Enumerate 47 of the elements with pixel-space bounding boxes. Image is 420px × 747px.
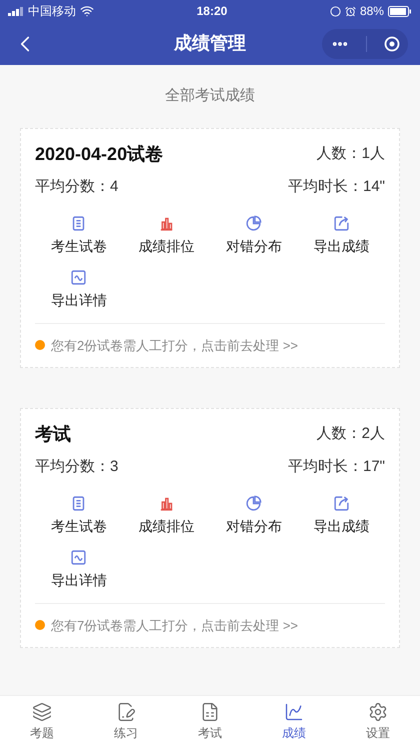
average-score: 平均分数：4 <box>35 177 118 197</box>
action-label[interactable]: 考生试卷 <box>50 516 107 536</box>
close-circle-icon[interactable] <box>384 36 400 52</box>
average-time: 平均时长：17" <box>288 457 385 477</box>
alarm-icon <box>344 6 356 16</box>
line-chart-icon <box>284 702 304 722</box>
tab-item[interactable]: 考试 <box>168 696 252 747</box>
sheet-icon <box>200 702 220 722</box>
signal-icon <box>8 6 24 16</box>
exam-title: 2020-04-20试卷 <box>35 143 164 166</box>
tab-item[interactable]: 成绩 <box>252 696 336 747</box>
participant-count: 人数：1人 <box>316 144 385 164</box>
average-score: 平均分数：3 <box>35 457 118 477</box>
edit-icon <box>116 702 136 722</box>
tab-item[interactable]: 练习 <box>84 696 168 747</box>
average-time: 平均时长：14" <box>288 177 385 197</box>
carrier-name: 中国移动 <box>28 3 76 20</box>
notice-link[interactable]: 您有7份试卷需人工打分，点击前去处理 >> <box>51 616 298 635</box>
action-label[interactable]: 成绩排位 <box>138 236 194 256</box>
action-label[interactable]: 对错分布 <box>226 236 282 256</box>
wave-icon[interactable] <box>70 548 88 566</box>
action-label[interactable]: 对错分布 <box>226 516 282 536</box>
exam-title: 考试 <box>35 423 71 446</box>
clock: 18:20 <box>196 3 228 20</box>
capsule-menu[interactable] <box>322 28 408 58</box>
wifi-icon <box>80 4 94 18</box>
settings-icon <box>368 702 388 722</box>
tab-item[interactable]: 考题 <box>0 696 84 747</box>
action-label[interactable]: 成绩排位 <box>138 516 194 536</box>
battery-icon <box>388 6 412 16</box>
export-icon[interactable] <box>332 214 350 232</box>
action-label[interactable]: 导出成绩 <box>313 236 370 256</box>
battery-percent: 88% <box>360 3 384 20</box>
action-label[interactable]: 导出详情 <box>50 570 107 590</box>
action-label[interactable]: 导出成绩 <box>313 516 370 536</box>
export-icon[interactable] <box>332 494 350 512</box>
action-label[interactable]: 考生试卷 <box>50 236 107 256</box>
notice-link[interactable]: 您有2份试卷需人工打分，点击前去处理 >> <box>51 336 298 355</box>
pie-chart-icon[interactable] <box>245 214 262 232</box>
participant-count: 人数：2人 <box>316 424 385 444</box>
tab-item[interactable]: 设置 <box>336 696 420 747</box>
pie-chart-icon[interactable] <box>245 494 262 512</box>
page-title: 成绩管理 <box>174 32 246 55</box>
section-title: 全部考试成绩 <box>165 86 255 106</box>
action-label[interactable]: 导出详情 <box>50 290 107 310</box>
layers-icon <box>32 702 52 722</box>
wave-icon[interactable] <box>70 268 88 286</box>
